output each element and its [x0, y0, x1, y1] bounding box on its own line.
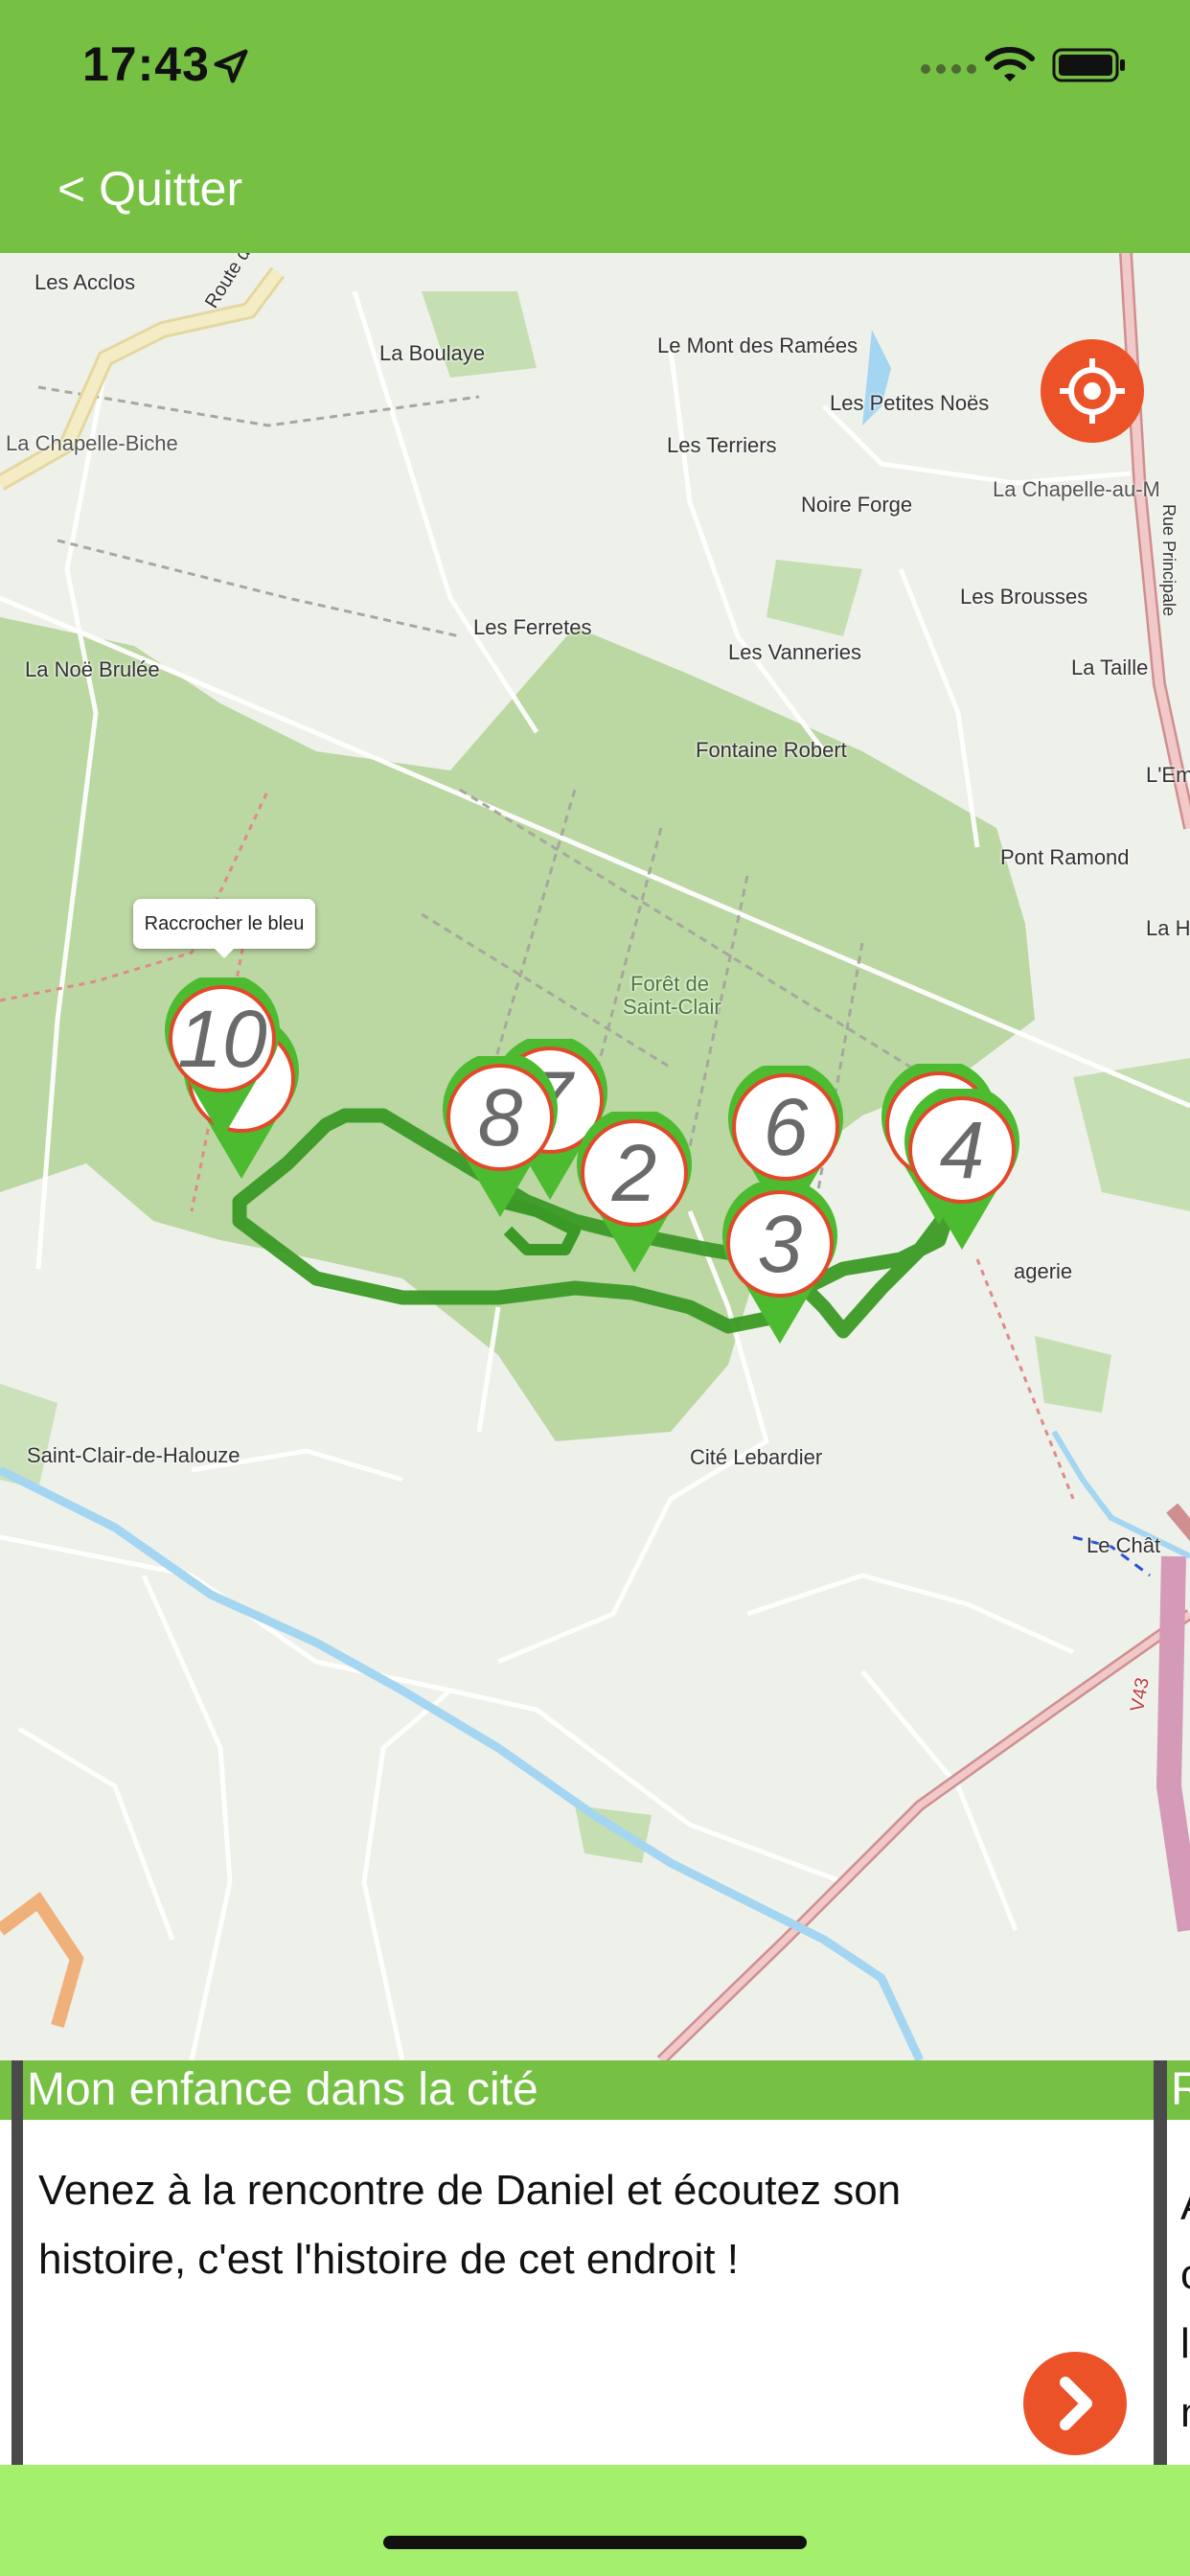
map-label: Saint-Clair: [623, 995, 721, 1019]
wifi-icon: [985, 47, 1035, 81]
cellular-signal-icon: [921, 64, 976, 74]
status-bar: 17:43: [0, 0, 1190, 134]
status-time: 17:43: [82, 37, 210, 91]
map-label: La Noë Brulée: [25, 657, 160, 681]
map-pin-number: 3: [757, 1199, 803, 1289]
map-pin-10[interactable]: 10: [157, 978, 287, 1140]
story-card-title-text: R: [1171, 2064, 1190, 2115]
map-label: Les Brousses: [960, 585, 1088, 609]
map-label: La Chapelle-Biche: [6, 431, 178, 455]
map-label: Saint-Clair-de-Halouze: [27, 1443, 240, 1467]
map-pin-8[interactable]: 8: [435, 1056, 565, 1219]
story-card-line: n: [1180, 2379, 1190, 2448]
crosshair-icon: [1060, 358, 1125, 424]
map-pin-number: 8: [477, 1072, 523, 1162]
story-card-line: histoire, c'est l'histoire de cet endroi…: [38, 2236, 739, 2283]
map-label: Fontaine Robert: [696, 738, 847, 762]
map-label: Les Petites Noës: [830, 391, 990, 415]
story-open-button[interactable]: [1023, 2352, 1127, 2455]
map-label: agerie: [1014, 1259, 1073, 1283]
story-card-line: A: [1180, 2172, 1190, 2241]
map-label: Forêt de: [630, 972, 709, 996]
map-label: Les Acclos: [34, 270, 136, 294]
map-label: Les Ferretes: [473, 615, 592, 639]
map-label: La Chapelle-au-M: [993, 477, 1160, 501]
story-card-title: Mon enfance dans la cité: [23, 2060, 1154, 2120]
map-view[interactable]: Les Acclos Route de Ger La Boulaye Le Mo…: [0, 253, 1190, 2060]
location-arrow-icon: [214, 49, 248, 83]
map-label: La Taille: [1071, 656, 1149, 679]
story-card[interactable]: Mon enfance dans la cité Venez à la renc…: [23, 2060, 1154, 2465]
map-pin-number: 6: [763, 1082, 809, 1172]
story-card-title: [0, 2060, 11, 2120]
story-card-description: A c l n: [1180, 2172, 1190, 2448]
map-label: Rue Principale: [1159, 504, 1179, 617]
locate-me-button[interactable]: [1041, 339, 1144, 443]
map-pin-number: 4: [939, 1105, 985, 1195]
map-label: Noire Forge: [801, 493, 913, 517]
map-label: Cité Lebardier: [690, 1445, 823, 1469]
map-label: Le Chât: [1087, 1533, 1161, 1557]
map-label: L'Em: [1146, 763, 1190, 787]
map-pin-3[interactable]: 3: [715, 1183, 845, 1346]
pin-tooltip: Raccrocher le bleu: [133, 899, 315, 958]
story-card-line: l: [1180, 2320, 1190, 2367]
map-label: Les Terriers: [667, 433, 777, 457]
map-pin-number: 2: [611, 1128, 657, 1218]
story-card-line: c: [1180, 2241, 1190, 2310]
story-card-next[interactable]: R A c l n: [1167, 2060, 1190, 2465]
map-label: Le Mont des Ramées: [657, 334, 858, 357]
map-pin-4[interactable]: 4: [897, 1089, 1027, 1252]
map-pin-2[interactable]: 2: [569, 1112, 699, 1275]
map-label: Pont Ramond: [1000, 845, 1130, 869]
map-label: La Boulaye: [379, 341, 486, 365]
chevron-right-icon: [1060, 2377, 1092, 2430]
story-card-description: Venez à la rencontre de Daniel et écoute…: [38, 2156, 1111, 2294]
map-pin-number: 10: [177, 994, 267, 1084]
quit-button[interactable]: < Quitter: [57, 161, 242, 217]
home-indicator: [383, 2536, 807, 2549]
story-card-line: Venez à la rencontre de Daniel et écoute…: [38, 2167, 902, 2214]
map-label: La H: [1146, 916, 1190, 940]
story-card-previous[interactable]: [0, 2060, 11, 2465]
map-label: Les Vanneries: [728, 640, 862, 664]
battery-icon: [1052, 48, 1125, 82]
nav-bar: < Quitter: [0, 134, 1190, 253]
